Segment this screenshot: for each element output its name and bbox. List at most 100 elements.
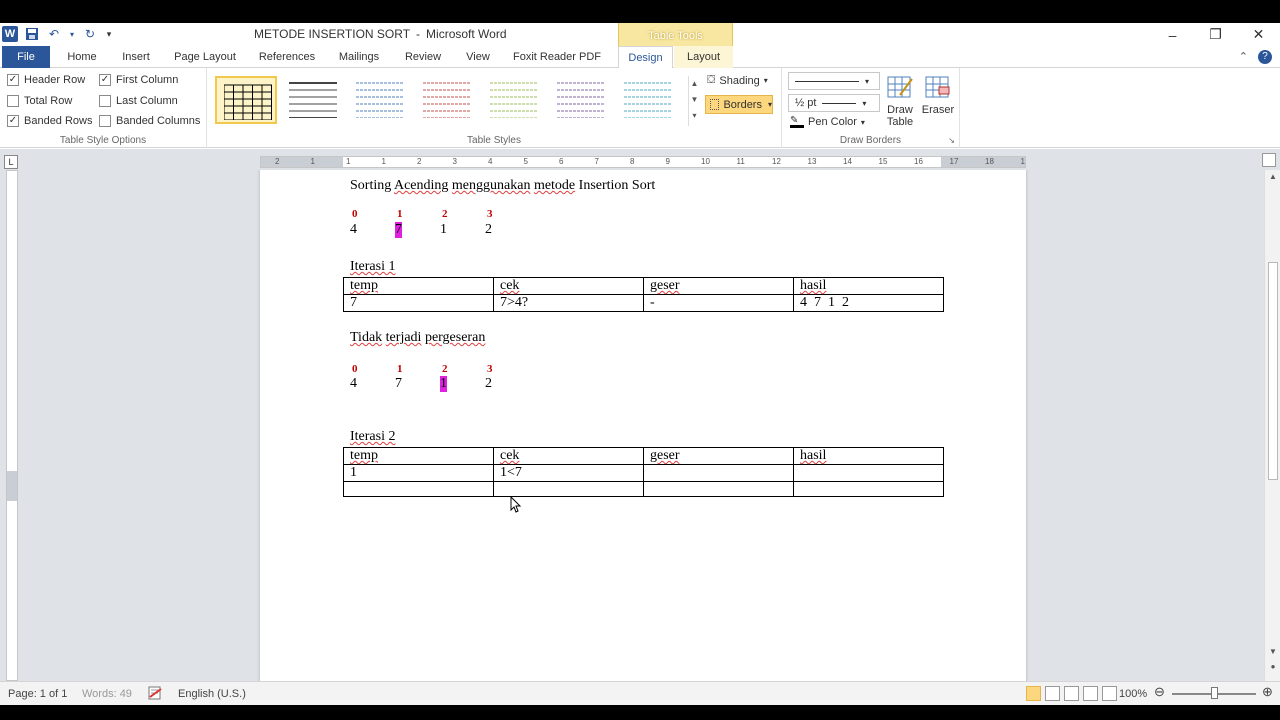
borders-button[interactable]: Borders ▾	[705, 95, 773, 114]
restore-icon[interactable]: ❐	[1194, 23, 1237, 46]
undo-dropdown-icon[interactable]: ▾	[68, 26, 76, 42]
table-cell[interactable]: 7>4?	[493, 294, 644, 312]
ruler-number: 19	[1020, 157, 1026, 166]
gallery-down-icon[interactable]: ▼	[689, 92, 700, 108]
vertical-scrollbar[interactable]: ▲ ▼ ●	[1264, 170, 1280, 681]
full-screen-reading-view-icon[interactable]	[1045, 686, 1060, 701]
ruler-number: 18	[985, 157, 994, 166]
minimize-icon[interactable]: –	[1151, 23, 1194, 46]
pen-color-button[interactable]: ✎ Pen Color ▾	[790, 116, 865, 128]
proofing-icon[interactable]	[147, 685, 163, 704]
customize-qat-icon[interactable]: ▾	[104, 26, 114, 42]
table-cell[interactable]: -	[643, 294, 794, 312]
help-icon[interactable]: ?	[1258, 50, 1272, 64]
tab-selector[interactable]: L	[4, 155, 18, 169]
table-cell[interactable]: 1	[343, 464, 494, 482]
array1-value: 4	[350, 222, 357, 237]
tab-view[interactable]: View	[458, 46, 498, 68]
tab-foxit-reader-pdf[interactable]: Foxit Reader PDF	[508, 46, 606, 68]
redo-icon[interactable]: ↻	[82, 26, 98, 42]
table-cell[interactable]: 7	[343, 294, 494, 312]
scroll-down-icon[interactable]: ▼	[1265, 645, 1280, 659]
web-layout-view-icon[interactable]	[1064, 686, 1079, 701]
table-cell[interactable]	[643, 464, 794, 482]
close-icon[interactable]: ✕	[1237, 23, 1280, 46]
tab-page-layout[interactable]: Page Layout	[168, 46, 242, 68]
iterasi1-table[interactable]: temp cek geser hasil 7 7>4? - 4 7 1 2	[343, 277, 944, 312]
first-column-label: First Column	[116, 74, 179, 86]
table-cell[interactable]	[643, 481, 794, 497]
dialog-launcher-icon[interactable]: ↘	[948, 136, 955, 145]
scroll-up-icon[interactable]: ▲	[1265, 170, 1280, 184]
iterasi2-table[interactable]: temp cek geser hasil 1 1<7	[343, 447, 944, 497]
table-cell[interactable]	[493, 481, 644, 497]
table-style-thumbnail[interactable]	[483, 76, 545, 124]
minimize-ribbon-icon[interactable]: ⌃	[1239, 50, 1248, 64]
header-row-checkbox[interactable]: ✓ Header Row	[7, 74, 85, 86]
table-style-thumbnail[interactable]	[282, 76, 344, 124]
table-cell[interactable]: 4 7 1 2	[793, 294, 944, 312]
draft-view-icon[interactable]	[1102, 686, 1117, 701]
status-bar: Page: 1 of 1 Words: 49 English (U.S.) 10…	[0, 681, 1280, 705]
app-name: Microsoft Word	[426, 27, 507, 41]
print-layout-view-icon[interactable]	[1026, 686, 1041, 701]
scroll-thumb[interactable]	[1268, 262, 1278, 480]
browse-object-icon[interactable]: ●	[1265, 660, 1280, 674]
table-style-thumbnail[interactable]	[416, 76, 478, 124]
ruler-number: 2	[275, 157, 280, 166]
banded-columns-checkbox[interactable]: Banded Columns	[99, 115, 200, 127]
tab-insert[interactable]: Insert	[114, 46, 158, 68]
table-header-cell: temp	[350, 278, 378, 293]
eraser-button[interactable]: Eraser	[920, 73, 956, 116]
view-ruler-icon[interactable]	[1262, 153, 1276, 167]
total-row-checkbox[interactable]: Total Row	[7, 95, 72, 107]
array1-index: 0	[352, 208, 358, 220]
tab-review[interactable]: Review	[398, 46, 448, 68]
outline-view-icon[interactable]	[1083, 686, 1098, 701]
tab-layout[interactable]: Layout	[674, 46, 733, 68]
table-header-cell: geser	[650, 448, 680, 463]
language-indicator[interactable]: English (U.S.)	[178, 688, 246, 700]
pen-weight-dropdown[interactable]: ½ pt ▾	[788, 94, 880, 112]
pen-style-dropdown[interactable]: ▾	[788, 72, 880, 90]
tab-home[interactable]: Home	[60, 46, 104, 68]
document-page[interactable]: Sorting Acending menggunakan metode Inse…	[260, 170, 1026, 681]
table-cell[interactable]: 1<7	[493, 464, 644, 482]
table-header-row: temp cek geser hasil	[343, 277, 944, 295]
table-style-thumbnail[interactable]	[617, 76, 679, 124]
gallery-up-icon[interactable]: ▲	[689, 76, 700, 92]
array2-index: 1	[397, 363, 403, 375]
undo-icon[interactable]: ↶	[46, 26, 62, 42]
tab-design[interactable]: Design	[618, 46, 673, 69]
ruler-left-margin	[261, 157, 343, 167]
first-column-checkbox[interactable]: ✓ First Column	[99, 74, 178, 86]
title-bar: W ↶ ▾ ↻ ▾ METODE INSERTION SORT - Microsof…	[0, 23, 1280, 46]
vertical-ruler[interactable]	[6, 170, 18, 681]
shading-button[interactable]: ⛋ Shading ▾	[707, 74, 768, 87]
checkbox-box: ✓	[99, 74, 111, 86]
zoom-level[interactable]: 100%	[1119, 688, 1147, 700]
tab-references[interactable]: References	[252, 46, 322, 68]
last-column-checkbox[interactable]: Last Column	[99, 95, 178, 107]
banded-rows-checkbox[interactable]: ✓ Banded Rows	[7, 115, 93, 127]
word-logo-icon[interactable]: W	[2, 26, 18, 42]
table-header-cell: cek	[500, 278, 520, 293]
zoom-in-icon[interactable]: ⊕	[1262, 684, 1273, 700]
zoom-out-icon[interactable]: ⊖	[1154, 684, 1165, 700]
save-icon[interactable]	[24, 26, 40, 42]
tab-file[interactable]: File	[2, 46, 50, 68]
array1-value: 2	[485, 222, 492, 237]
horizontal-ruler[interactable]: 21112345678910111213141516171819	[260, 156, 1026, 168]
table-style-thumbnail[interactable]	[550, 76, 612, 124]
gallery-more-icon[interactable]: ▾	[689, 108, 700, 124]
table-style-thumbnail[interactable]	[215, 76, 277, 124]
draw-table-button[interactable]: Draw Table	[882, 73, 918, 128]
tab-mailings[interactable]: Mailings	[330, 46, 388, 68]
word-count[interactable]: Words: 49	[82, 688, 132, 700]
page-count[interactable]: Page: 1 of 1	[8, 688, 67, 700]
table-style-thumbnail[interactable]	[349, 76, 411, 124]
zoom-slider-knob[interactable]	[1211, 687, 1218, 699]
table-cell[interactable]	[343, 481, 494, 497]
table-cell[interactable]	[793, 464, 944, 482]
table-cell[interactable]	[793, 481, 944, 497]
